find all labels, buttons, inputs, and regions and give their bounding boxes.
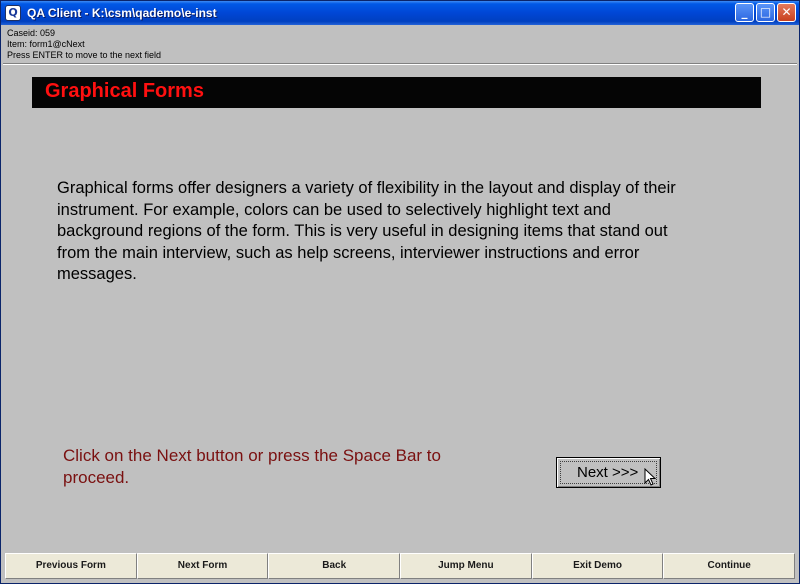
status-area: Caseid: 059 Item: form1@cNext Press ENTE… [7,28,161,61]
proceed-instruction: Click on the Next button or press the Sp… [63,446,441,487]
maximize-button[interactable]: □ [756,3,775,22]
close-button[interactable]: ✕ [777,3,796,22]
app-icon[interactable]: Q [5,5,21,21]
exit-demo-button[interactable]: Exit Demo [531,553,664,579]
application-window: Q QA Client - K:\csm\qademo\e-inst _ □ ✕… [0,0,800,584]
next-form-button[interactable]: Next Form [136,553,269,579]
status-divider [3,63,797,65]
bottom-navigation-bar: Previous Form Next Form Back Jump Menu E… [5,553,796,579]
window-controls: _ □ ✕ [735,3,796,22]
caseid-label: Caseid: 059 [7,28,56,38]
title-bar[interactable]: Q QA Client - K:\csm\qademo\e-inst _ □ ✕ [1,1,799,25]
form-body-text: Graphical forms offer designers a variet… [57,179,676,283]
mouse-pointer-icon [644,468,656,486]
navigation-hint: Press ENTER to move to the next field [7,50,162,60]
previous-form-button[interactable]: Previous Form [5,553,137,579]
jump-menu-button[interactable]: Jump Menu [400,553,532,579]
next-button-label: Next >>> [577,464,639,481]
window-title: QA Client - K:\csm\qademo\e-inst [27,6,217,20]
item-label: Item: form1@cNext [7,39,85,49]
minimize-button[interactable]: _ [735,3,754,22]
back-button[interactable]: Back [268,553,401,579]
form-title: Graphical Forms [45,80,204,102]
continue-button[interactable]: Continue [663,553,796,579]
form-title-banner: Graphical Forms [32,77,761,108]
